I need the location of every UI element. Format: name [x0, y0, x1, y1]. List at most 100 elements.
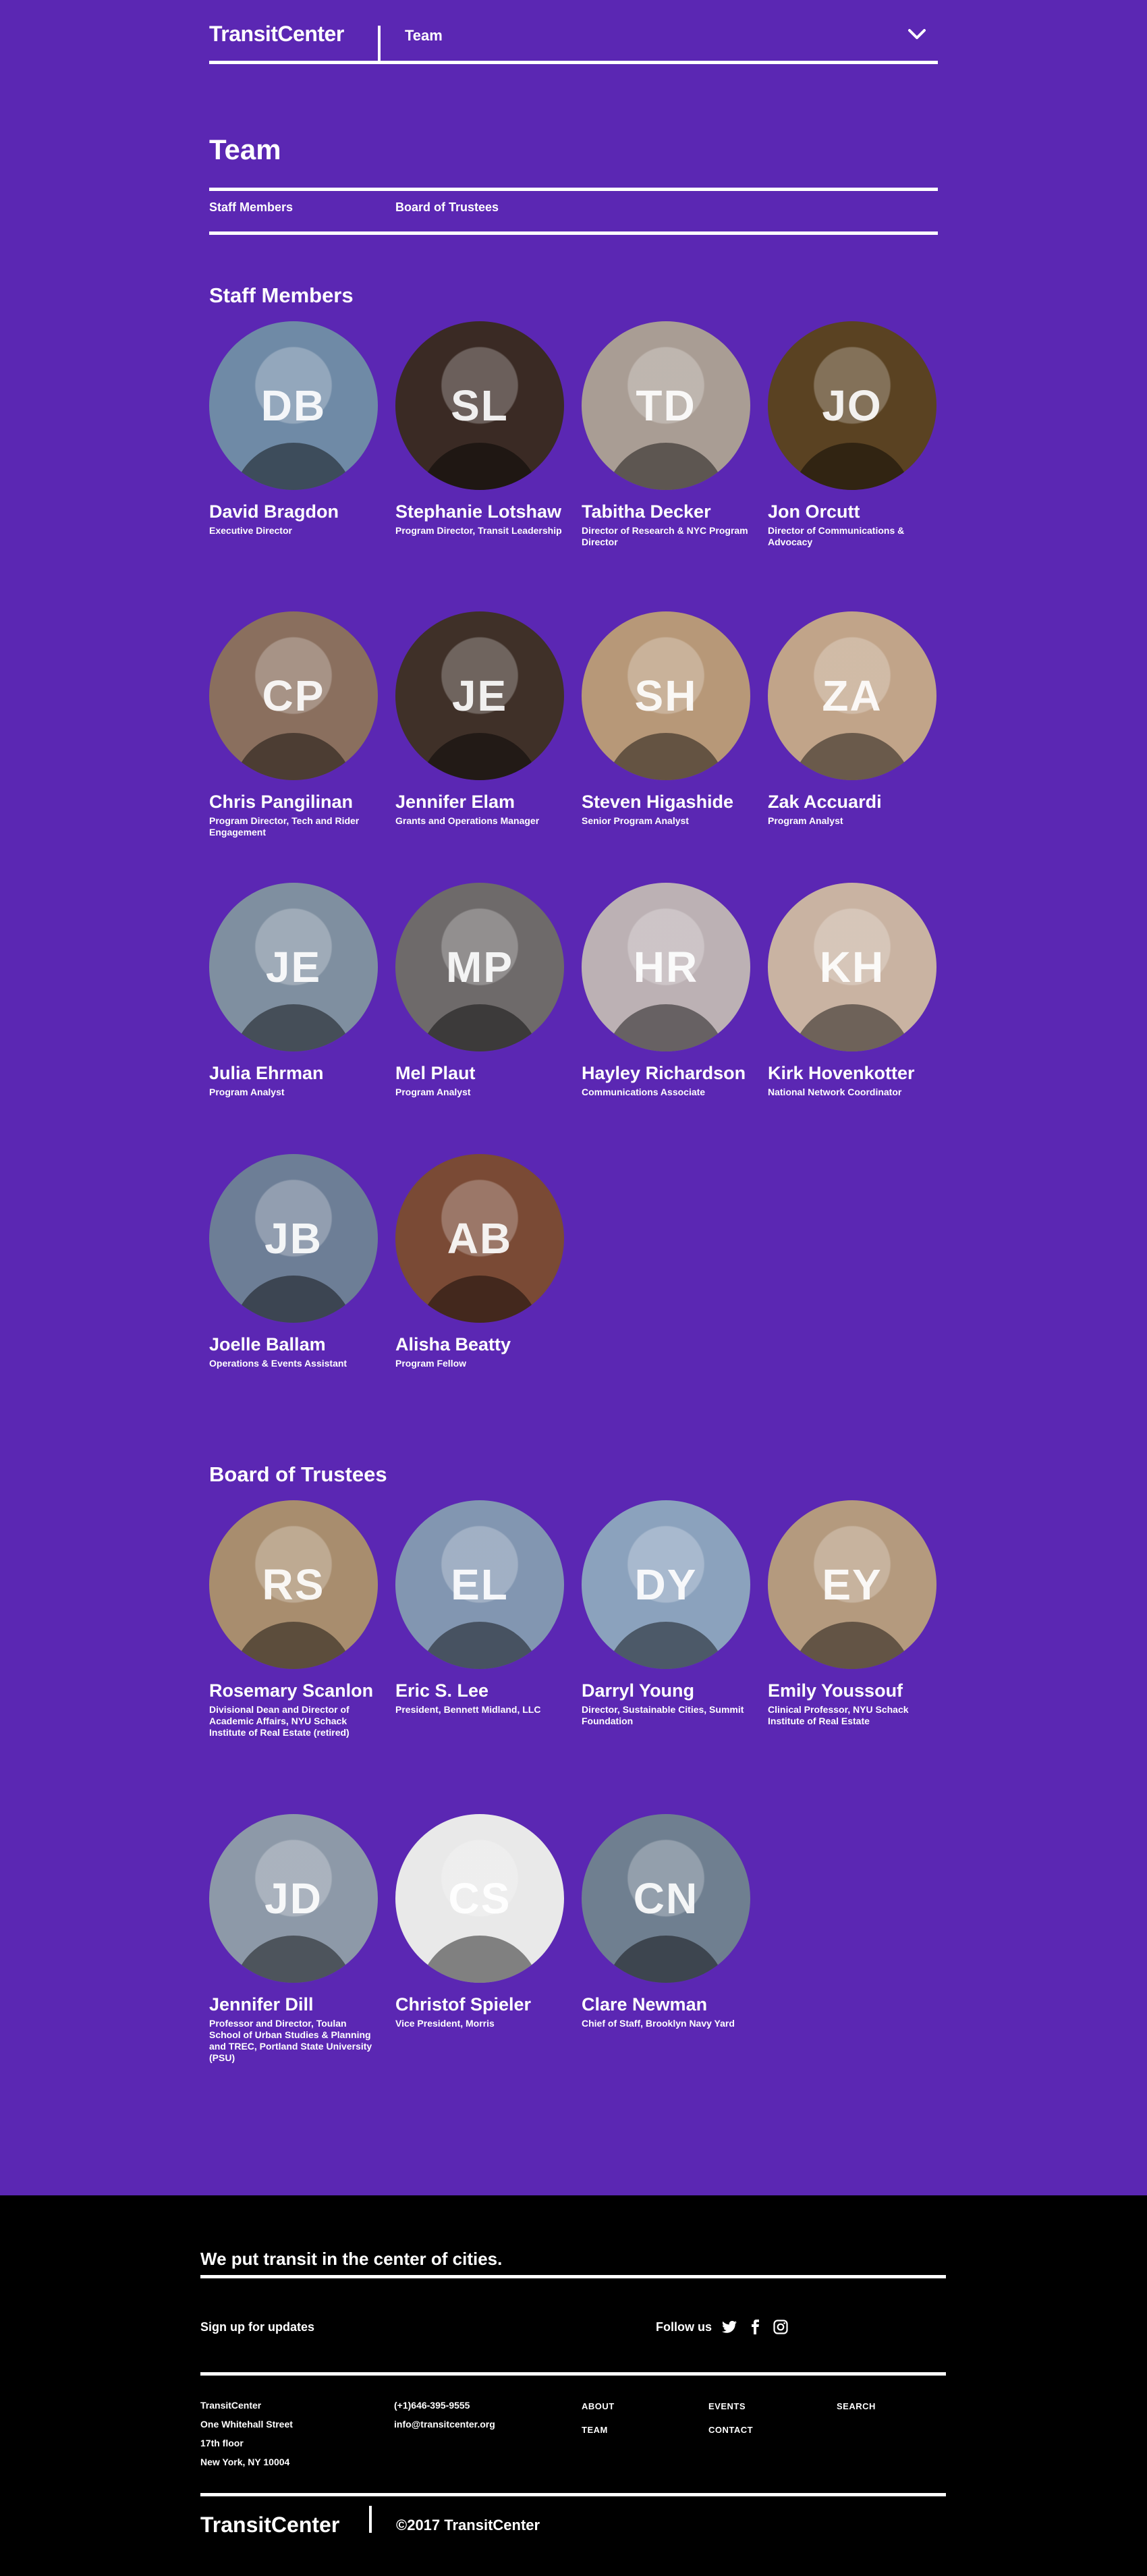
person-card[interactable]: JB Joelle Ballam Operations & Events Assis… — [209, 1154, 378, 1425]
person-initials: JD — [264, 1874, 323, 1923]
person-card[interactable]: HR Hayley Richardson Communications Associ… — [582, 883, 750, 1154]
person-photo[interactable]: RS — [209, 1500, 378, 1669]
footer-link-contact[interactable]: CONTACT — [708, 2425, 753, 2435]
person-name[interactable]: Joelle Ballam — [209, 1335, 378, 1354]
person-name[interactable]: Christof Spieler — [395, 1995, 564, 2014]
email-link[interactable]: info@transitcenter.org — [394, 2415, 495, 2434]
person-card[interactable]: SH Steven Higashide Senior Program Analyst — [582, 611, 750, 883]
person-card[interactable]: MP Mel Plaut Program Analyst — [395, 883, 564, 1154]
person-card[interactable]: DB David Bragdon Executive Director — [209, 321, 378, 611]
person-card[interactable]: JD Jennifer Dill Professor and Director, T… — [209, 1814, 378, 2104]
person-name[interactable]: Alisha Beatty — [395, 1335, 564, 1354]
person-photo[interactable]: SL — [395, 321, 564, 490]
person-card[interactable]: JO Jon Orcutt Director of Communications &… — [768, 321, 936, 611]
footer-link-events[interactable]: EVENTS — [708, 2401, 746, 2411]
person-name[interactable]: Chris Pangilinan — [209, 792, 378, 811]
person-card[interactable]: CN Clare Newman Chief of Staff, Brooklyn N… — [582, 1814, 750, 2104]
person-photo[interactable]: TD — [582, 321, 750, 490]
person-photo[interactable]: AB — [395, 1154, 564, 1323]
person-photo[interactable]: CP — [209, 611, 378, 780]
person-photo[interactable]: JB — [209, 1154, 378, 1323]
site-logo[interactable]: TransitCenter — [209, 22, 344, 47]
footer-link-about[interactable]: ABOUT — [582, 2401, 615, 2411]
person-photo[interactable]: JE — [395, 611, 564, 780]
person-initials: DY — [634, 1560, 698, 1609]
person-name[interactable]: Steven Higashide — [582, 792, 750, 811]
person-card[interactable]: CS Christof Spieler Vice President, Morris — [395, 1814, 564, 2104]
person-initials: SH — [634, 672, 698, 720]
person-card[interactable]: TD Tabitha Decker Director of Research & N… — [582, 321, 750, 611]
person-card[interactable]: JE Julia Ehrman Program Analyst — [209, 883, 378, 1154]
follow-us: Follow us — [656, 2319, 789, 2335]
footer-link-team[interactable]: TEAM — [582, 2425, 608, 2435]
person-card[interactable]: KH Kirk Hovenkotter National Network Coord… — [768, 883, 936, 1154]
person-name[interactable]: Stephanie Lotshaw — [395, 502, 564, 521]
person-name[interactable]: Mel Plaut — [395, 1064, 564, 1083]
person-photo[interactable]: EY — [768, 1500, 936, 1669]
person-card[interactable]: JE Jennifer Elam Grants and Operations Man… — [395, 611, 564, 883]
subnav-board-of-trustees[interactable]: Board of Trustees — [395, 200, 499, 215]
person-card[interactable]: ZA Zak Accuardi Program Analyst — [768, 611, 936, 883]
person-name[interactable]: Julia Ehrman — [209, 1064, 378, 1083]
person-card[interactable]: RS Rosemary Scanlon Divisional Dean and Di… — [209, 1500, 378, 1814]
person-initials: JB — [264, 1214, 323, 1263]
subnav-staff-members[interactable]: Staff Members — [209, 200, 293, 215]
person-name[interactable]: Zak Accuardi — [768, 792, 936, 811]
photo-silhouette — [419, 443, 540, 490]
person-title: Divisional Dean and Director of Academic… — [209, 1704, 349, 1738]
person-name[interactable]: Jennifer Dill — [209, 1995, 378, 2014]
person-photo[interactable]: DB — [209, 321, 378, 490]
chevron-down-icon[interactable] — [907, 24, 927, 45]
person-name[interactable]: Eric S. Lee — [395, 1681, 564, 1700]
footer-divider-3 — [200, 2493, 946, 2496]
person-photo[interactable]: MP — [395, 883, 564, 1051]
twitter-icon[interactable] — [721, 2319, 737, 2335]
person-name[interactable]: Jennifer Elam — [395, 792, 564, 811]
photo-silhouette — [233, 733, 354, 780]
photo-silhouette — [233, 1276, 354, 1323]
person-name[interactable]: David Bragdon — [209, 502, 378, 521]
staff-grid: DB David Bragdon Executive Director SL Steph… — [209, 321, 938, 1425]
person-name[interactable]: Darryl Young — [582, 1681, 750, 1700]
photo-silhouette — [419, 733, 540, 780]
phone-link[interactable]: (+1)646-395-9555 — [394, 2396, 495, 2415]
person-title: Vice President, Morris — [395, 2018, 495, 2029]
signup-link[interactable]: Sign up for updates — [200, 2320, 946, 2334]
person-name[interactable]: Tabitha Decker — [582, 502, 750, 521]
person-photo[interactable]: CN — [582, 1814, 750, 1983]
address-line: New York, NY 10004 — [200, 2457, 290, 2467]
person-name[interactable]: Emily Youssouf — [768, 1681, 936, 1700]
person-card[interactable]: AB Alisha Beatty Program Fellow — [395, 1154, 564, 1425]
photo-silhouette — [605, 733, 727, 780]
person-photo[interactable]: SH — [582, 611, 750, 780]
person-card[interactable]: CP Chris Pangilinan Program Director, Tech… — [209, 611, 378, 883]
person-card[interactable]: DY Darryl Young Director, Sustainable Citi… — [582, 1500, 750, 1814]
person-title: Communications Associate — [582, 1087, 706, 1097]
footer-logo-divider — [369, 2506, 372, 2533]
person-name[interactable]: Rosemary Scanlon — [209, 1681, 378, 1700]
person-card[interactable]: SL Stephanie Lotshaw Program Director, Tra… — [395, 321, 564, 611]
site-header: TransitCenter Team — [209, 0, 938, 64]
facebook-icon[interactable] — [747, 2319, 763, 2335]
footer-logo[interactable]: TransitCenter — [200, 2513, 946, 2538]
person-photo[interactable]: JD — [209, 1814, 378, 1983]
person-name[interactable]: Jon Orcutt — [768, 502, 936, 521]
person-name[interactable]: Clare Newman — [582, 1995, 750, 2014]
footer-link-search[interactable]: SEARCH — [837, 2401, 876, 2411]
person-photo[interactable]: CS — [395, 1814, 564, 1983]
person-title: Clinical Professor, NYU Schack Institute… — [768, 1704, 909, 1726]
person-photo[interactable]: DY — [582, 1500, 750, 1669]
person-name[interactable]: Kirk Hovenkotter — [768, 1064, 936, 1083]
person-photo[interactable]: ZA — [768, 611, 936, 780]
person-card[interactable]: EY Emily Youssouf Clinical Professor, NYU … — [768, 1500, 936, 1814]
person-card[interactable]: EL Eric S. Lee President, Bennett Midland,… — [395, 1500, 564, 1814]
person-title: Director of Research & NYC Program Direc… — [582, 525, 748, 547]
instagram-icon[interactable] — [773, 2319, 789, 2335]
person-name[interactable]: Hayley Richardson — [582, 1064, 750, 1083]
person-photo[interactable]: HR — [582, 883, 750, 1051]
person-initials: EL — [451, 1560, 509, 1609]
person-photo[interactable]: JE — [209, 883, 378, 1051]
person-photo[interactable]: KH — [768, 883, 936, 1051]
person-photo[interactable]: EL — [395, 1500, 564, 1669]
person-photo[interactable]: JO — [768, 321, 936, 490]
